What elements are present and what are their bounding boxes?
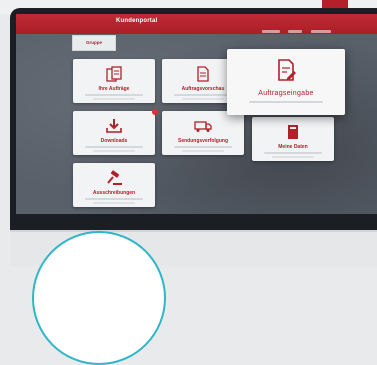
tile-description xyxy=(264,152,322,154)
monitor-screen: Kundenportal Gruppe Ihre Aufträge Auftra… xyxy=(16,14,377,214)
decorative-circle xyxy=(32,231,166,365)
tile-description xyxy=(272,156,314,158)
logo-text: Gruppe xyxy=(85,40,102,45)
app-title: Kundenportal xyxy=(116,18,158,24)
tile-description xyxy=(182,98,224,100)
tile-description xyxy=(174,146,232,148)
tile-label: Meine Daten xyxy=(278,144,308,150)
tile-description xyxy=(93,150,135,152)
book-icon xyxy=(288,125,298,139)
header-link[interactable] xyxy=(262,30,280,33)
header-nav-links[interactable] xyxy=(262,20,342,33)
tile-description xyxy=(93,98,135,100)
download-icon xyxy=(106,119,122,133)
tile-description xyxy=(249,101,323,103)
tile-auftragseingabe[interactable]: Auftragseingabe xyxy=(227,49,345,115)
tile-description xyxy=(93,202,135,204)
tile-label: Ihre Aufträge xyxy=(98,86,130,92)
tile-description xyxy=(182,150,224,152)
truck-icon xyxy=(194,121,212,132)
tile-downloads[interactable]: Downloads xyxy=(73,111,155,155)
tile-description xyxy=(85,198,143,200)
document-edit-icon xyxy=(278,59,296,81)
document-icon xyxy=(197,66,209,82)
tile-sendungsverfolgung[interactable]: Sendungsverfolgung xyxy=(162,111,244,155)
header-link[interactable] xyxy=(310,30,331,33)
tile-label: Auftragseingabe xyxy=(258,90,314,97)
tile-label: Downloads xyxy=(100,138,128,144)
gavel-icon xyxy=(107,170,122,185)
tile-label: Sendungsverfolgung xyxy=(178,138,228,144)
documents-icon xyxy=(106,66,122,82)
stand-divider xyxy=(10,230,377,232)
tile-description xyxy=(85,146,143,148)
app-header-bar: Kundenportal xyxy=(16,14,377,34)
tile-meine-daten[interactable]: Meine Daten xyxy=(252,117,334,161)
tile-ihre-auftraege[interactable]: Ihre Aufträge xyxy=(73,59,155,103)
tile-description xyxy=(174,94,232,96)
notification-badge xyxy=(152,109,158,115)
tile-description xyxy=(85,94,143,96)
company-logo[interactable]: Gruppe xyxy=(72,35,116,51)
tile-ausschreibungen[interactable]: Ausschreibungen xyxy=(73,163,155,207)
tile-label: Ausschreibungen xyxy=(92,190,136,196)
header-link[interactable] xyxy=(288,30,303,33)
